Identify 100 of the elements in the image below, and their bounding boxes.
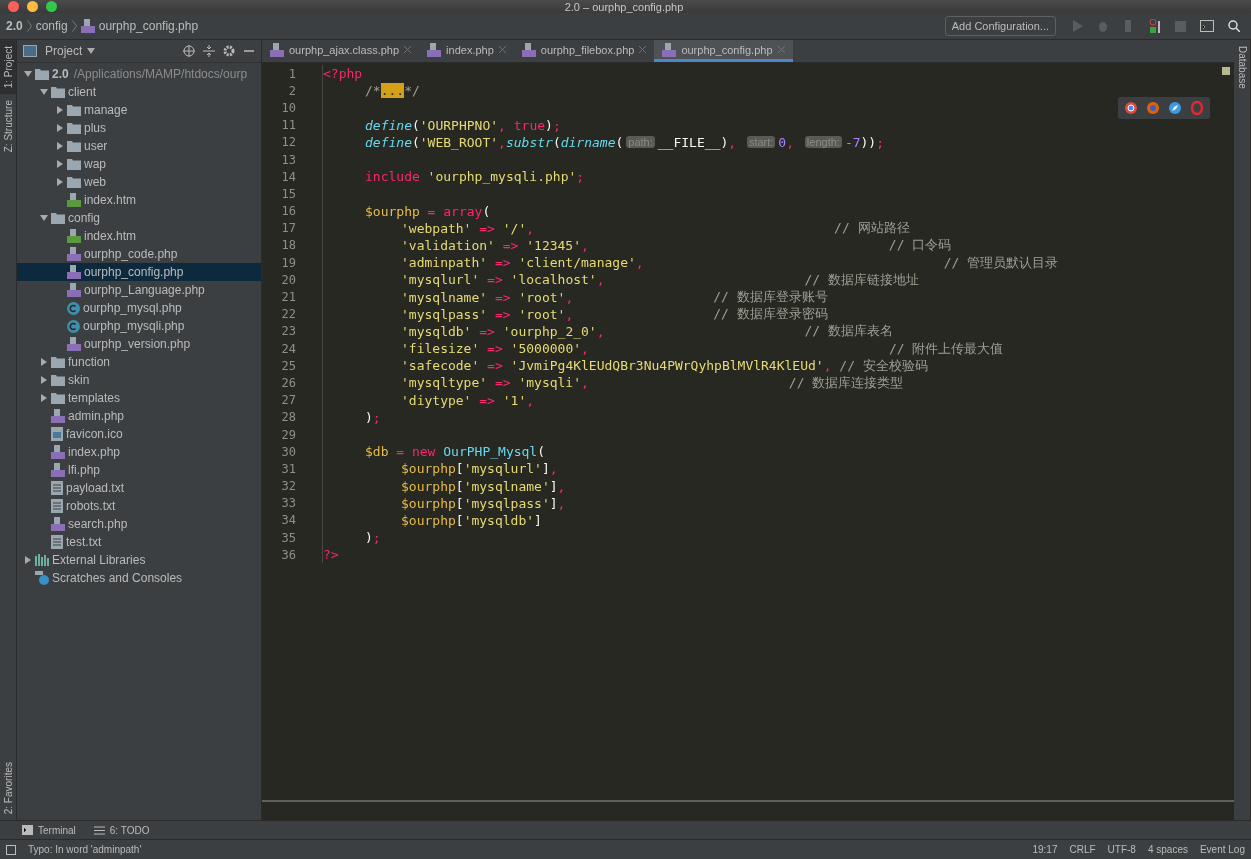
collapsed-arrow-icon[interactable] (56, 178, 64, 186)
tree-item[interactable]: ourphp_mysqli.php (17, 317, 261, 335)
breadcrumb[interactable]: 2.0 (6, 19, 23, 33)
folder-icon (67, 122, 81, 134)
breadcrumb[interactable]: config (35, 19, 68, 33)
tree-item[interactable]: External Libraries (17, 551, 261, 569)
tree-item[interactable]: robots.txt (17, 497, 261, 515)
indent-setting[interactable]: 4 spaces (1147, 844, 1188, 855)
tree-item[interactable]: ourphp_mysql.php (17, 299, 261, 317)
expanded-arrow-icon[interactable] (24, 70, 32, 78)
tree-item[interactable]: ourphp_Language.php (17, 281, 261, 299)
tree-item[interactable]: 2.0 /Applications/MAMP/htdocs/ourp (17, 65, 261, 83)
collapsed-arrow-icon[interactable] (40, 376, 48, 384)
tool-window-tab[interactable]: 2: Favorites (0, 755, 16, 820)
zoom-button[interactable] (46, 1, 57, 12)
editor-tab[interactable]: ourphp_ajax.class.php (262, 40, 420, 62)
tree-item[interactable]: index.php (17, 443, 261, 461)
editor-tab[interactable]: index.php (419, 40, 514, 62)
expanded-arrow-icon[interactable] (40, 88, 48, 96)
collapsed-arrow-icon[interactable] (56, 160, 64, 168)
string-literal: 'ourphp_2_0' (502, 323, 597, 339)
class-icon (67, 319, 80, 333)
variable-name: $ourphp (401, 478, 456, 494)
editor-tab[interactable]: ourphp_config.php (654, 40, 793, 62)
tree-item[interactable]: Scratches and Consoles (17, 569, 261, 587)
tool-window-button[interactable]: Terminal (22, 824, 76, 836)
editor-tab[interactable]: ourphp_filebox.php (513, 40, 655, 62)
tree-item[interactable]: web (17, 173, 261, 191)
collapsed-arrow-icon[interactable] (24, 556, 32, 564)
tree-item[interactable]: favicon.ico (17, 425, 261, 443)
tree-item[interactable]: client (17, 83, 261, 101)
tree-item[interactable]: index.htm (17, 191, 261, 209)
folded-code[interactable]: ... (380, 83, 405, 99)
event-log-button[interactable]: Event Log (1199, 844, 1245, 855)
code-operator: , (581, 237, 589, 253)
tool-window-tab[interactable]: 1: Project (0, 40, 16, 95)
tree-item[interactable]: lfi.php (17, 461, 261, 479)
panel-title-dropdown[interactable]: Project (45, 44, 96, 58)
code-text: ) (545, 117, 553, 133)
collapsed-arrow-icon[interactable] (56, 124, 64, 132)
breadcrumb[interactable]: ourphp_config.php (98, 19, 199, 33)
tree-item[interactable]: manage (17, 101, 261, 119)
collapsed-arrow-icon[interactable] (56, 106, 64, 114)
tree-item[interactable]: test.txt (17, 533, 261, 551)
compass-icon[interactable] (1168, 101, 1182, 115)
tree-item[interactable]: search.php (17, 515, 261, 533)
expanded-arrow-icon[interactable] (40, 214, 48, 222)
debug-listen-icon[interactable] (1149, 19, 1161, 33)
folder-icon (35, 68, 49, 80)
tree-item[interactable]: templates (17, 389, 261, 407)
tree-label: templates (68, 391, 121, 405)
number-literal: 0 (778, 134, 787, 150)
line-number: 29 (280, 427, 296, 442)
line-number: 10 (280, 100, 296, 115)
tree-item[interactable]: user (17, 137, 261, 155)
tree-item[interactable]: skin (17, 371, 261, 389)
tree-label: client (68, 85, 96, 99)
folder-icon (51, 392, 65, 404)
tool-window-button[interactable]: 6: TODO (93, 824, 150, 836)
analysis-marker (1222, 67, 1230, 75)
close-button[interactable] (8, 1, 19, 12)
string-literal: 'validation' (401, 237, 495, 253)
line-ending[interactable]: CRLF (1069, 844, 1096, 855)
terminal-window-icon[interactable] (1200, 20, 1214, 32)
tree-item[interactable]: config (17, 209, 261, 227)
minimize-button[interactable] (27, 1, 38, 12)
tree-label: user (84, 139, 108, 153)
code-operator: , (823, 358, 832, 374)
tree-item[interactable]: index.htm (17, 227, 261, 245)
collapsed-arrow-icon[interactable] (56, 142, 64, 150)
search-icon[interactable] (1228, 20, 1240, 32)
locate-icon[interactable] (183, 45, 195, 57)
tool-window-tab[interactable]: Z: Structure (0, 94, 16, 159)
caret-position[interactable]: 19:17 (1032, 844, 1058, 855)
collapsed-arrow-icon[interactable] (40, 394, 48, 402)
tree-item[interactable]: admin.php (17, 407, 261, 425)
tree-label: test.txt (66, 535, 102, 549)
tree-item[interactable]: payload.txt (17, 479, 261, 497)
tree-item[interactable]: ourphp_config.php (17, 263, 261, 281)
line-number: 36 (280, 547, 296, 562)
collapsed-arrow-icon[interactable] (40, 358, 48, 366)
php-file-icon (270, 42, 284, 57)
file-encoding[interactable]: UTF-8 (1107, 844, 1136, 855)
tree-item[interactable]: plus (17, 119, 261, 137)
dropdown-arrow-icon[interactable] (87, 47, 96, 55)
browser-icon[interactable] (1124, 101, 1138, 115)
collapse-icon[interactable] (203, 45, 215, 57)
add-configuration-button[interactable]: Add Configuration... (944, 16, 1056, 36)
tool-window-tab[interactable]: Database (1234, 40, 1250, 95)
code-text: ( (411, 134, 420, 150)
string-literal: 'mysqlurl' (463, 461, 542, 477)
php-tag: ?> (323, 547, 339, 563)
tree-label: ourphp_mysqli.php (83, 319, 185, 333)
tree-item[interactable]: wap (17, 155, 261, 173)
tree-item[interactable]: ourphp_version.php (17, 335, 261, 353)
settings-icon[interactable] (223, 45, 235, 57)
tree-item[interactable]: function (17, 353, 261, 371)
tree-item[interactable]: ourphp_code.php (17, 245, 261, 263)
code-operator: ; (576, 169, 585, 185)
status-icon[interactable] (6, 844, 16, 855)
